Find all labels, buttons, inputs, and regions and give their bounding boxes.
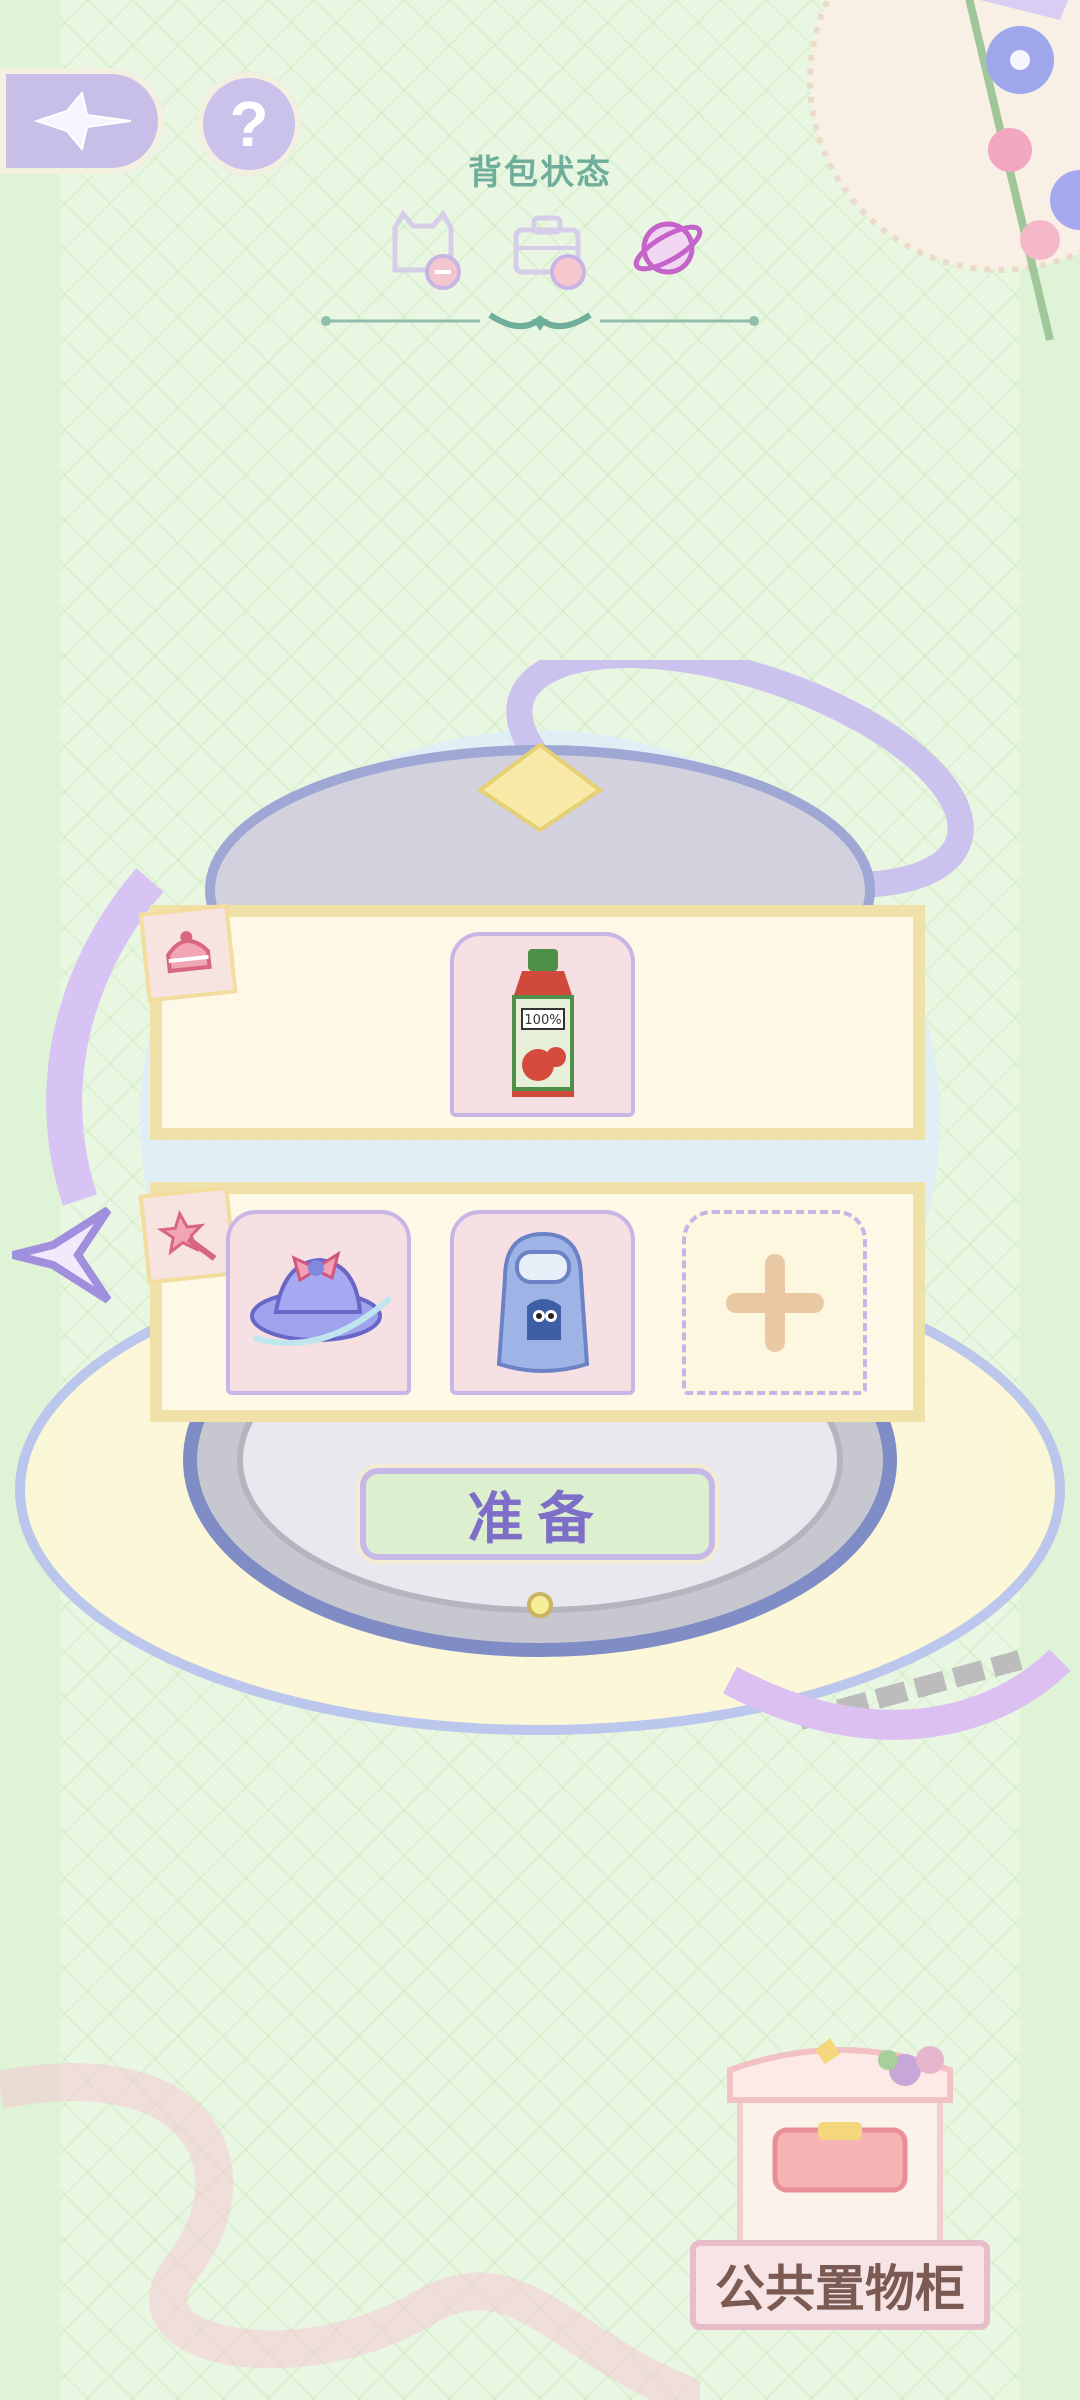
magic-wand-icon xyxy=(156,1209,217,1261)
planet-hat-icon xyxy=(249,1250,392,1346)
svg-text:100%: 100% xyxy=(524,1013,561,1028)
blue-backpack-icon xyxy=(496,1231,589,1373)
cat-icon xyxy=(392,209,461,290)
briefcase-icon xyxy=(513,215,586,290)
tab-briefcase[interactable] xyxy=(510,210,590,290)
bag-slot-2-1[interactable] xyxy=(226,1210,411,1395)
plus-icon xyxy=(725,1253,824,1352)
bag-slot-1-1[interactable]: 100% xyxy=(450,932,635,1117)
cake-icon xyxy=(166,931,212,974)
page-title: 背包状态 xyxy=(468,153,612,193)
tab-cat[interactable] xyxy=(385,209,465,290)
public-locker-button[interactable]: 公共置物柜 xyxy=(690,2240,990,2330)
tab-planet[interactable] xyxy=(630,210,710,290)
status-tabs xyxy=(385,209,705,300)
public-locker-label: 公共置物柜 xyxy=(715,2260,965,2318)
divider-ornament xyxy=(321,312,759,331)
row-badge-cake xyxy=(138,903,238,1003)
bag-slot-2-2[interactable] xyxy=(450,1210,635,1395)
planet-icon xyxy=(633,221,703,275)
juice-bottle-icon: 100% xyxy=(511,948,574,1097)
ready-button-label: 准备 xyxy=(467,1486,608,1552)
side-star-arrow-icon[interactable] xyxy=(8,1200,118,1310)
compass-arrow-icon xyxy=(33,91,132,151)
bag-slot-add[interactable] xyxy=(682,1210,867,1395)
ribbon-decoration xyxy=(0,2063,700,2400)
ready-button[interactable]: 准备 xyxy=(360,1468,715,1560)
row-badge-wand xyxy=(138,1185,238,1285)
